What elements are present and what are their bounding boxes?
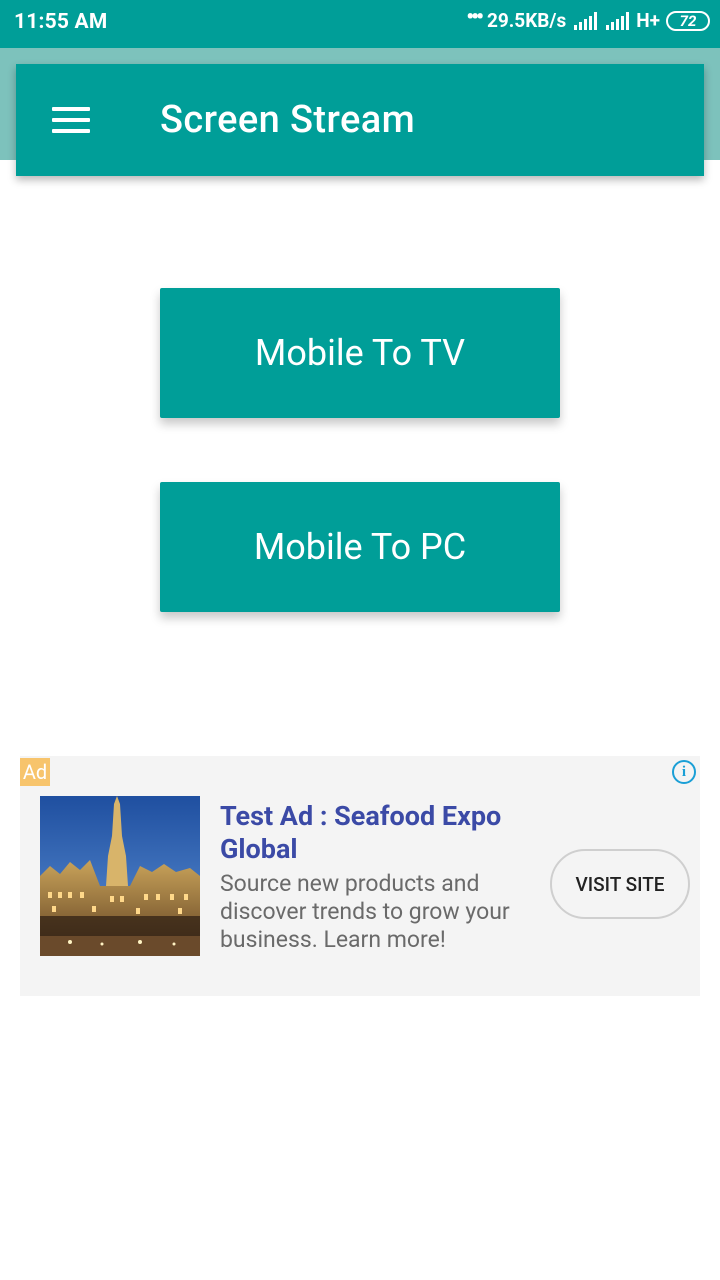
battery-level: 72 [679, 11, 697, 30]
status-indicators: ••• 29.5KB/s H+ 72 [466, 5, 710, 32]
ad-badge: Ad [20, 758, 50, 786]
ad-description: Source new products and discover trends … [220, 870, 510, 953]
ad-title[interactable]: Test Ad : Seafood Expo Global [220, 800, 540, 866]
battery-icon: 72 [666, 10, 710, 31]
signal-icon [604, 11, 630, 30]
ad-banner[interactable]: Ad i Test Ad: Seafood Expo Global Sourc… [20, 756, 700, 996]
info-icon[interactable]: i [672, 760, 696, 784]
mobile-to-tv-button[interactable]: Mobile To TV [160, 288, 560, 418]
mobile-to-pc-button[interactable]: Mobile To PC [160, 482, 560, 612]
more-dots-icon: ••• [466, 5, 484, 30]
status-time: 11:55 AM [14, 10, 108, 34]
network-speed: 29.5KB/s [486, 9, 567, 32]
status-bar: 11:55 AM ••• 29.5KB/s H+ 72 [0, 0, 720, 48]
hamburger-menu-icon[interactable] [52, 104, 92, 136]
visit-site-button[interactable]: VISIT SITE [550, 849, 690, 919]
ad-image[interactable] [40, 796, 200, 956]
app-bar: Screen Stream [16, 64, 704, 176]
city-hall-night-image [40, 796, 200, 956]
network-type: H+ [636, 9, 660, 32]
signal-icon [572, 11, 598, 30]
page-title: Screen Stream [160, 98, 416, 142]
